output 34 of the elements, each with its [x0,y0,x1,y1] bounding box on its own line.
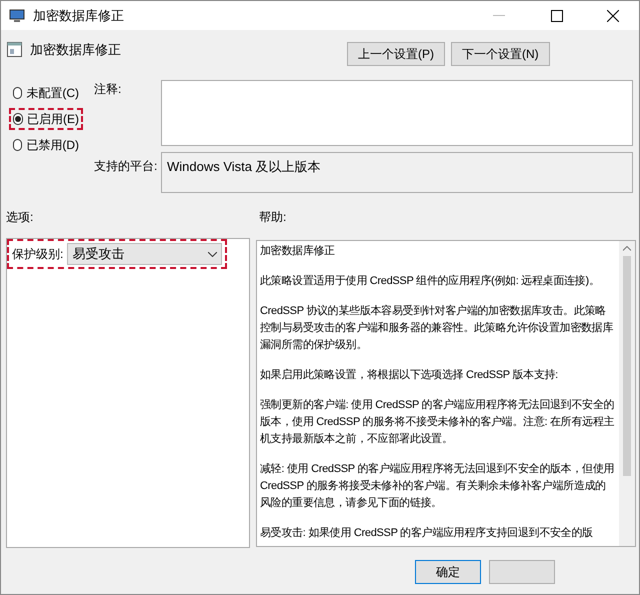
protection-level-dropdown[interactable]: 易受攻击 [67,243,222,265]
radio-button[interactable] [13,139,22,151]
help-paragraph: 强制更新的客户端: 使用 CredSSP 的客户端应用程序将无法回退到不安全的版本，使用 CredSSP 的服务将不接受未修补的客户端。注意: 在所有远程主机支持最新版本之前，不应部署此设置。 [260,398,616,447]
help-paragraph: CredSSP 协议的某些版本容易受到针对客户端的加密数据库攻击。此策略控制与易受攻击的客户端和服务器的兼容性。此策略允许你设置加密数据库漏洞所需的保护级别。 [260,304,614,353]
dropdown-value: 易受攻击 [72,245,124,264]
scrollbar[interactable] [619,241,635,546]
help-paragraph: 此策略设置适用于使用 CredSSP 组件的应用程序(例如: 远程桌面连接)。 [260,274,601,289]
help-paragraph: 加密数据库修正 [260,244,336,259]
radio-label[interactable]: 已启用(E) [27,110,79,128]
comment-label: 注释: [94,81,122,98]
nav-button[interactable]: 下一个设置(N) [451,42,550,66]
scroll-up-icon[interactable] [623,246,631,251]
radio-label[interactable]: 已禁用(D) [26,136,79,154]
radio-label[interactable]: 未配置(C) [26,84,79,102]
maximize-icon[interactable] [551,10,563,22]
help-paragraph: 如果启用此策略设置，将根据以下选项选择 CredSSP 版本支持: [260,368,559,383]
platform-label: 支持的平台: [94,158,158,175]
help-paragraph: 减轻: 使用 CredSSP 的客户端应用程序将无法回退到不安全的版本，但使用 CredSSP 的服务将接受未修补的客户端。有关剩余未修补客户端所造成的风险的重要信息，请参见下面的链接。 [260,462,616,511]
radio-button[interactable] [13,87,22,99]
protection-level-label: 保护级别: [12,246,64,263]
options-heading: 选项: [6,209,34,226]
policy-icon [7,42,22,58]
close-icon[interactable] [607,10,619,22]
help-paragraph: 易受攻击: 如果使用 CredSSP 的客户端应用程序支持回退到不安全的版 [260,526,594,541]
radio-button[interactable] [13,113,23,125]
window-title: 加密数据库修正 [33,6,125,25]
computer-icon [9,8,25,24]
policy-title: 加密数据库修正 [30,41,121,59]
help-heading: 帮助: [259,209,286,226]
comment-field[interactable] [161,80,633,146]
chevron-down-icon [208,252,218,256]
platform-field: Windows Vista 及以上版本 [161,152,633,193]
nav-button[interactable]: 上一个设置(P) [347,42,445,66]
ok-button[interactable]: 确定 [415,560,481,584]
